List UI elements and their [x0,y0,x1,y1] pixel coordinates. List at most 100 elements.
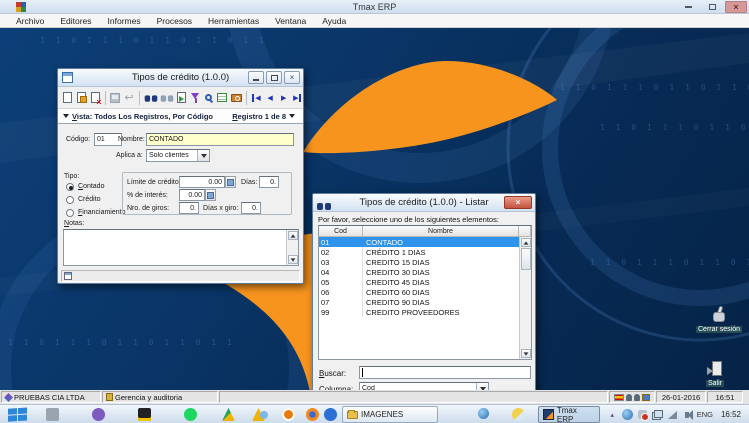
start-button[interactable] [8,407,30,422]
blue-app-icon[interactable] [324,408,337,421]
list-item[interactable]: 07 CREDITO 90 DIAS [319,297,519,307]
menu-ayuda[interactable]: Ayuda [314,14,354,27]
filter-icon[interactable] [189,90,201,105]
radio-contado[interactable] [66,183,74,191]
radio-credito[interactable] [66,196,74,204]
credit-dialog-titlebar[interactable]: Tipos de crédito (1.0.0) × [58,69,303,87]
radio-credito-label[interactable]: Crédito [78,196,101,203]
taskbar-button-tmax[interactable]: Tmax ERP [538,406,600,423]
scrollbar-thumb[interactable] [521,248,531,270]
viber-icon[interactable] [92,408,105,421]
list-item[interactable]: 04 CREDITO 30 DIAS [319,267,519,277]
scroll-down-icon[interactable] [288,255,298,264]
find-icon[interactable] [144,90,158,105]
diasxgiro-field[interactable]: 0. [241,202,261,214]
list-item[interactable]: 03 CREDITO 15 DIAS [319,257,519,267]
taskbar-clock[interactable]: 16:52 [717,410,745,419]
internet-globe-icon[interactable] [478,408,489,419]
buscar-input[interactable] [359,366,531,379]
menu-herramientas[interactable]: Herramientas [200,14,267,27]
photo-icon[interactable] [642,394,650,401]
aplica-dropdown[interactable]: Solo clientes [146,149,210,162]
refresh-icon[interactable] [176,90,188,105]
preview-icon[interactable] [203,90,215,105]
menu-procesos[interactable]: Procesos [149,14,200,27]
interes-lookup-button[interactable] [205,189,216,201]
dropdown-arrow-icon[interactable] [476,383,488,390]
next-record-icon[interactable]: ▶ [278,90,290,105]
view-dropdown-icon[interactable] [63,114,69,118]
last-record-icon[interactable]: ▶ [291,90,303,105]
delete-record-icon[interactable] [89,90,101,105]
shortcut-cerrar-sesion[interactable]: Cerrar sesión [696,306,742,333]
vista-label[interactable]: Vista: Todos Los Registros, Por Código [72,112,213,121]
onedrive-cloud-icon[interactable] [260,411,268,419]
menu-archivo[interactable]: Archivo [8,14,52,27]
close-button[interactable]: × [504,196,532,209]
network-globe-icon[interactable] [622,409,633,420]
spanish-flag-icon[interactable] [614,394,624,401]
limite-field[interactable]: 0.00 [179,176,225,188]
menu-ventana[interactable]: Ventana [267,14,314,27]
column-header-nombre[interactable]: Nombre [363,226,519,237]
nombre-field[interactable]: CONTADO [146,133,294,146]
close-button[interactable]: × [725,1,747,13]
firefox-icon[interactable] [306,408,319,421]
signal-strength-icon[interactable] [667,409,678,420]
save-icon[interactable] [110,90,122,105]
list-item[interactable]: 01 CONTADO [319,237,519,247]
list-item[interactable]: 05 CREDITO 45 DIAS [319,277,519,287]
edit-record-icon[interactable] [76,90,88,105]
column-header-cod[interactable]: Cod [319,226,363,237]
list-item[interactable]: 99 CREDITO PROVEEDORES [319,307,519,317]
close-button[interactable]: × [284,71,300,84]
interes-field[interactable]: 0.00 [179,189,205,201]
spotify-icon[interactable] [184,408,197,421]
undo-icon[interactable]: ↩ [123,90,135,105]
registro-dropdown-icon[interactable] [289,114,295,118]
find-next-icon[interactable] [160,90,174,105]
ie-gold-icon[interactable] [512,408,525,421]
listar-dialog-titlebar[interactable]: Tipos de crédito (1.0.0) - Listar × [313,194,535,212]
radio-financiamiento[interactable] [66,209,74,217]
notas-scrollbar[interactable] [286,230,298,265]
dhl-icon[interactable] [138,408,151,421]
first-record-icon[interactable]: ◀ [251,90,263,105]
restore-button[interactable] [701,1,723,13]
radio-financiamiento-label[interactable]: Financiamiento [78,209,125,216]
grid-view-icon[interactable] [217,90,229,105]
hidden-icons-chevron[interactable]: ▴ [607,409,618,420]
taskbar-button-imagenes[interactable]: IMAGENES [342,406,438,423]
registro-label[interactable]: Registro 1 de 8 [232,112,286,121]
minimize-button[interactable] [677,1,699,13]
radio-contado-label[interactable]: Contado [78,183,104,190]
scroll-down-icon[interactable] [521,349,531,358]
dropdown-arrow-icon[interactable] [197,150,209,161]
shortcut-salir[interactable]: Salir [706,361,724,387]
list-item[interactable]: 02 CRÉDITO 1 DIAS [319,247,519,257]
openoffice-icon[interactable] [282,408,295,421]
notas-field[interactable] [63,229,299,266]
user-icon[interactable] [626,394,632,401]
menu-editores[interactable]: Editores [52,14,99,27]
scroll-up-icon[interactable] [288,231,298,240]
limite-lookup-button[interactable] [225,176,236,188]
previous-record-icon[interactable]: ◀ [264,90,276,105]
google-drive-icon[interactable] [222,408,235,421]
key-tool-icon[interactable] [46,408,59,421]
language-indicator[interactable]: ENG [697,410,713,419]
dias-field[interactable]: 0. [259,176,279,188]
list-item[interactable]: 06 CREDITO 60 DIAS [319,287,519,297]
minimize-button[interactable] [248,71,264,84]
volume-icon[interactable] [682,409,693,420]
capture-icon[interactable] [230,90,242,105]
menu-informes[interactable]: Informes [100,14,149,27]
new-record-icon[interactable] [62,90,74,105]
listar-scrollbar[interactable] [519,237,531,359]
columna-dropdown[interactable]: Cod [359,382,489,390]
dual-monitor-icon[interactable] [652,409,663,420]
restore-button[interactable] [266,71,282,84]
user-icon[interactable] [634,394,640,401]
listar-table-body[interactable]: 01 CONTADO 02 CRÉDITO 1 DIAS 03 CREDITO … [319,237,519,359]
giros-field[interactable]: 0. [179,202,199,214]
